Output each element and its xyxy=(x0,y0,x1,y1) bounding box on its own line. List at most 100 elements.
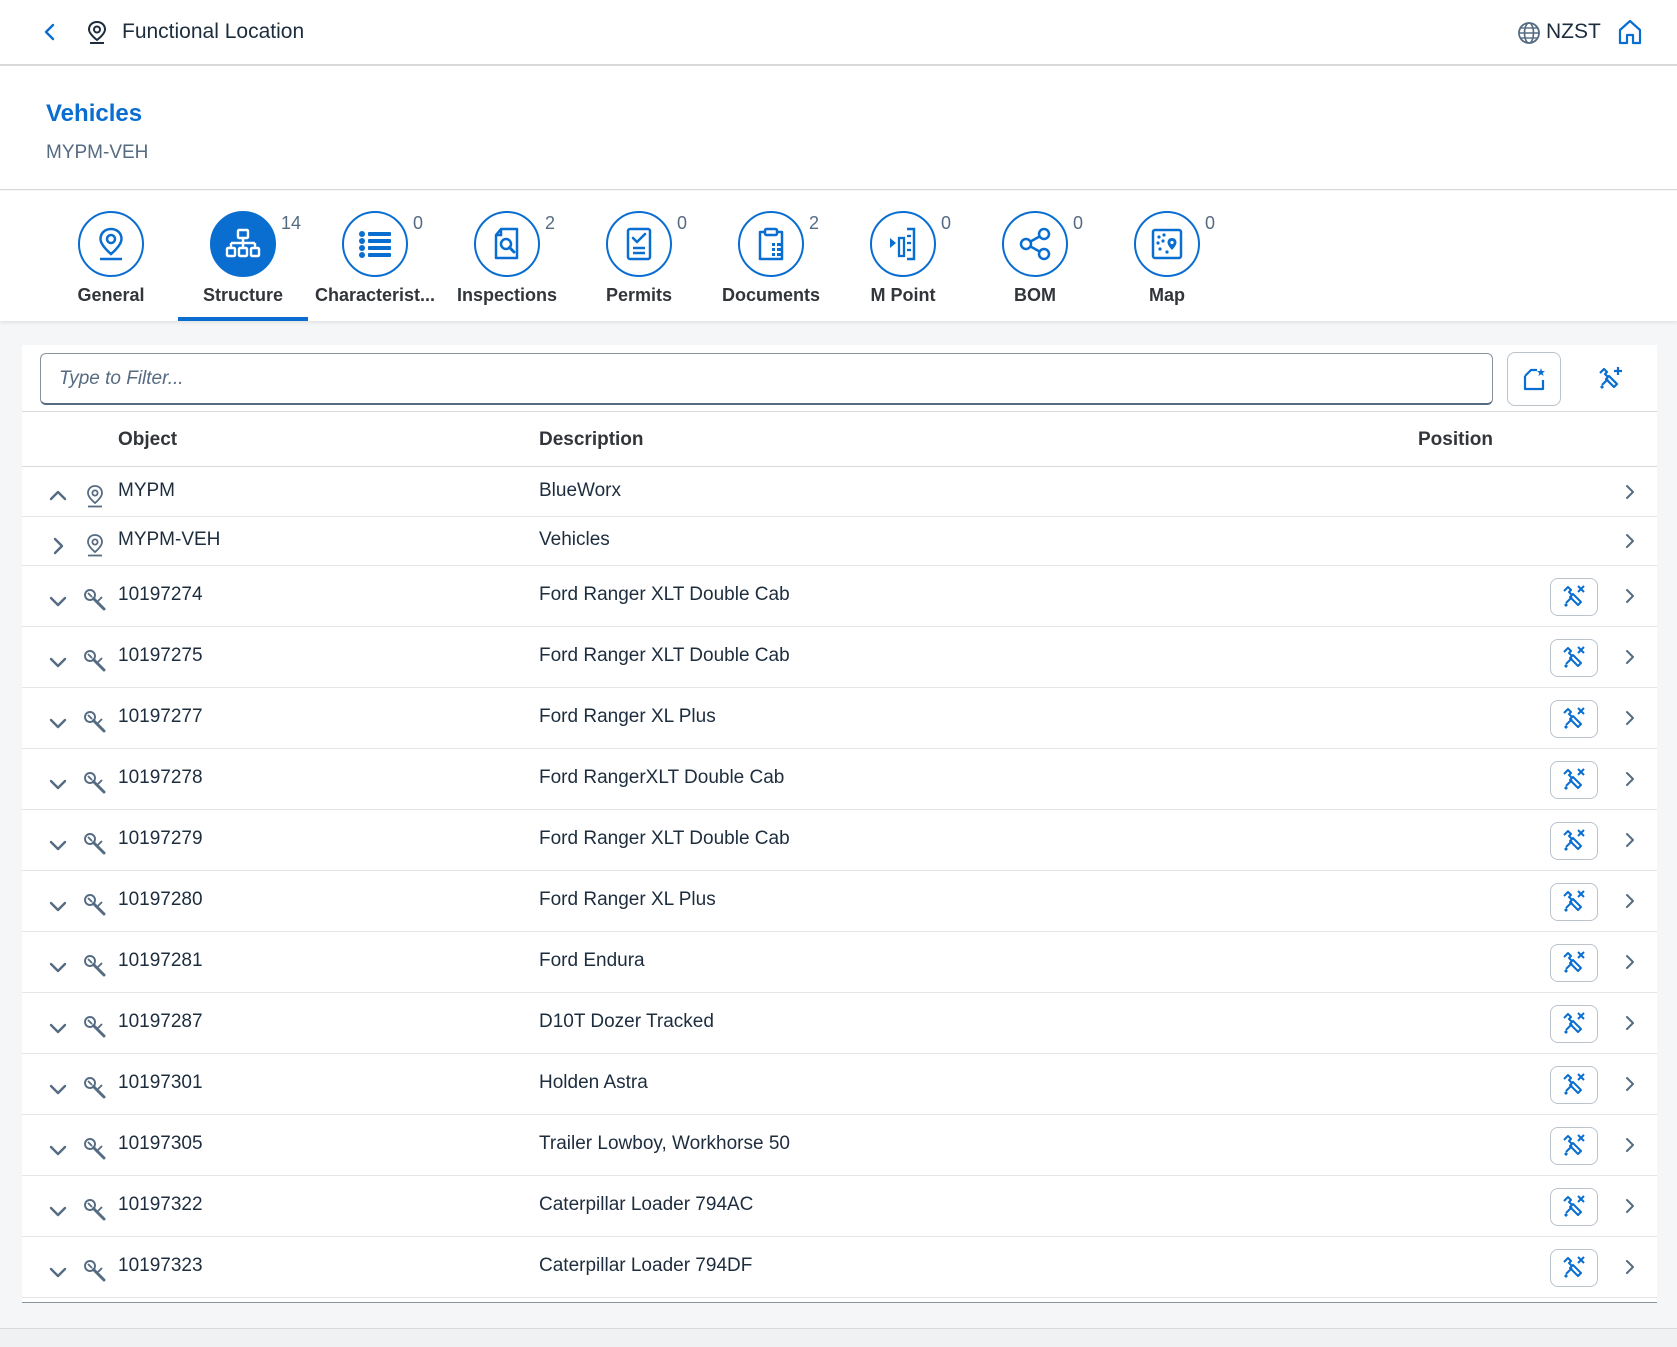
navigate-chevron-icon[interactable] xyxy=(1620,1074,1640,1094)
remove-equipment-button[interactable] xyxy=(1550,638,1598,677)
navigate-chevron-icon[interactable] xyxy=(1620,891,1640,911)
cell-object: 10197287 xyxy=(118,1010,203,1032)
expand-down-icon[interactable] xyxy=(46,1016,70,1040)
checklist-icon xyxy=(624,226,654,262)
navigate-chevron-icon[interactable] xyxy=(1620,482,1640,502)
expand-down-icon[interactable] xyxy=(46,1077,70,1101)
remove-equipment-icon xyxy=(1561,1194,1587,1220)
expand-down-icon[interactable] xyxy=(46,1199,70,1223)
remove-equipment-icon xyxy=(1561,1072,1587,1098)
expand-down-icon[interactable] xyxy=(46,589,70,613)
remove-equipment-button[interactable] xyxy=(1550,1248,1598,1287)
add-equipment-button[interactable] xyxy=(1583,352,1637,406)
tab-label: Permits xyxy=(605,285,673,305)
expand-down-icon[interactable] xyxy=(46,650,70,674)
hierarchy-icon xyxy=(225,228,261,260)
footer-bar xyxy=(0,1328,1677,1347)
navigate-chevron-icon[interactable] xyxy=(1620,830,1640,850)
navigate-chevron-icon[interactable] xyxy=(1620,1196,1640,1216)
tab-map[interactable]: 0 Map xyxy=(1101,191,1233,321)
table-bottom-border xyxy=(22,1302,1657,1303)
column-header-position: Position xyxy=(1418,429,1493,450)
expand-up-icon[interactable] xyxy=(46,485,70,509)
navigate-chevron-icon[interactable] xyxy=(1620,1135,1640,1155)
location-pin-icon xyxy=(86,20,108,44)
cell-object: 10197323 xyxy=(118,1254,203,1276)
expand-down-icon[interactable] xyxy=(46,955,70,979)
table-row[interactable]: MYPM BlueWorx xyxy=(22,468,1657,517)
create-folder-button[interactable] xyxy=(1507,352,1561,406)
table-row[interactable]: 10197301 Holden Astra xyxy=(22,1054,1657,1115)
expand-down-icon[interactable] xyxy=(46,833,70,857)
table-row[interactable]: MYPM-VEH Vehicles xyxy=(22,517,1657,566)
column-header-object: Object xyxy=(118,429,178,450)
expand-right-icon[interactable] xyxy=(46,534,70,558)
tab-circle xyxy=(474,211,540,277)
navigate-chevron-icon[interactable] xyxy=(1620,952,1640,972)
remove-equipment-button[interactable] xyxy=(1550,1004,1598,1043)
document-search-icon xyxy=(491,226,523,262)
navigate-chevron-icon[interactable] xyxy=(1620,708,1640,728)
share-icon xyxy=(1017,226,1053,262)
expand-down-icon[interactable] xyxy=(46,894,70,918)
table-row[interactable]: 10197277 Ford Ranger XL Plus xyxy=(22,688,1657,749)
tab-general[interactable]: General xyxy=(45,191,177,321)
tab-inspections[interactable]: 2 Inspections xyxy=(441,191,573,321)
table-row[interactable]: 10197275 Ford Ranger XLT Double Cab xyxy=(22,627,1657,688)
navigate-chevron-icon[interactable] xyxy=(1620,1257,1640,1277)
expand-down-icon[interactable] xyxy=(46,1138,70,1162)
tab-structure[interactable]: 14 Structure xyxy=(177,191,309,321)
remove-equipment-button[interactable] xyxy=(1550,699,1598,738)
home-button[interactable] xyxy=(1617,18,1643,46)
navigate-chevron-icon[interactable] xyxy=(1620,769,1640,789)
tab-bom[interactable]: 0 BOM xyxy=(969,191,1101,321)
remove-equipment-icon xyxy=(1561,1011,1587,1037)
icon-tab-bar: General 14 Structure 0 Characterist... 2… xyxy=(0,191,1677,321)
wrench-icon xyxy=(82,1258,108,1284)
table-row[interactable]: 10197280 Ford Ranger XL Plus xyxy=(22,871,1657,932)
remove-equipment-button[interactable] xyxy=(1550,577,1598,616)
expand-down-icon[interactable] xyxy=(46,711,70,735)
tab-label: BOM xyxy=(1014,285,1056,305)
cell-description: Vehicles xyxy=(539,528,610,550)
cell-description: Trailer Lowboy, Workhorse 50 xyxy=(539,1132,790,1154)
home-icon xyxy=(1617,18,1643,46)
table-row[interactable]: 10197305 Trailer Lowboy, Workhorse 50 xyxy=(22,1115,1657,1176)
tab-label: M Point xyxy=(870,285,936,305)
table-row[interactable]: 10197278 Ford RangerXLT Double Cab xyxy=(22,749,1657,810)
wrench-icon xyxy=(82,587,108,613)
remove-equipment-button[interactable] xyxy=(1550,760,1598,799)
expand-down-icon[interactable] xyxy=(46,1260,70,1284)
table-row[interactable]: 10197323 Caterpillar Loader 794DF xyxy=(22,1237,1657,1298)
navigate-chevron-icon[interactable] xyxy=(1620,647,1640,667)
table-row[interactable]: 10197281 Ford Endura xyxy=(22,932,1657,993)
remove-equipment-icon xyxy=(1561,950,1587,976)
navigate-chevron-icon[interactable] xyxy=(1620,586,1640,606)
expand-down-icon[interactable] xyxy=(46,772,70,796)
page-title: Vehicles xyxy=(46,100,143,127)
cell-object: 10197278 xyxy=(118,766,203,788)
table-header: Object Description Position xyxy=(22,412,1657,467)
table-row[interactable]: 10197279 Ford Ranger XLT Double Cab xyxy=(22,810,1657,871)
back-button[interactable] xyxy=(36,18,64,46)
remove-equipment-button[interactable] xyxy=(1550,1065,1598,1104)
measuring-point-icon xyxy=(887,226,919,262)
tab-characteristics[interactable]: 0 Characterist... xyxy=(309,191,441,321)
table-row[interactable]: 10197274 Ford Ranger XLT Double Cab xyxy=(22,566,1657,627)
tab-count: 0 xyxy=(413,213,424,233)
table-row[interactable]: 10197287 D10T Dozer Tracked xyxy=(22,993,1657,1054)
table-row[interactable]: 10197322 Caterpillar Loader 794AC xyxy=(22,1176,1657,1237)
tab-documents[interactable]: 2 Documents xyxy=(705,191,837,321)
tab-permits[interactable]: 0 Permits xyxy=(573,191,705,321)
filter-input[interactable] xyxy=(40,353,1493,405)
remove-equipment-button[interactable] xyxy=(1550,1187,1598,1226)
navigate-chevron-icon[interactable] xyxy=(1620,1013,1640,1033)
remove-equipment-button[interactable] xyxy=(1550,821,1598,860)
tab-m-point[interactable]: 0 M Point xyxy=(837,191,969,321)
remove-equipment-button[interactable] xyxy=(1550,943,1598,982)
wrench-icon xyxy=(82,953,108,979)
remove-equipment-button[interactable] xyxy=(1550,882,1598,921)
remove-equipment-button[interactable] xyxy=(1550,1126,1598,1165)
app-title: Functional Location xyxy=(122,20,305,43)
navigate-chevron-icon[interactable] xyxy=(1620,531,1640,551)
